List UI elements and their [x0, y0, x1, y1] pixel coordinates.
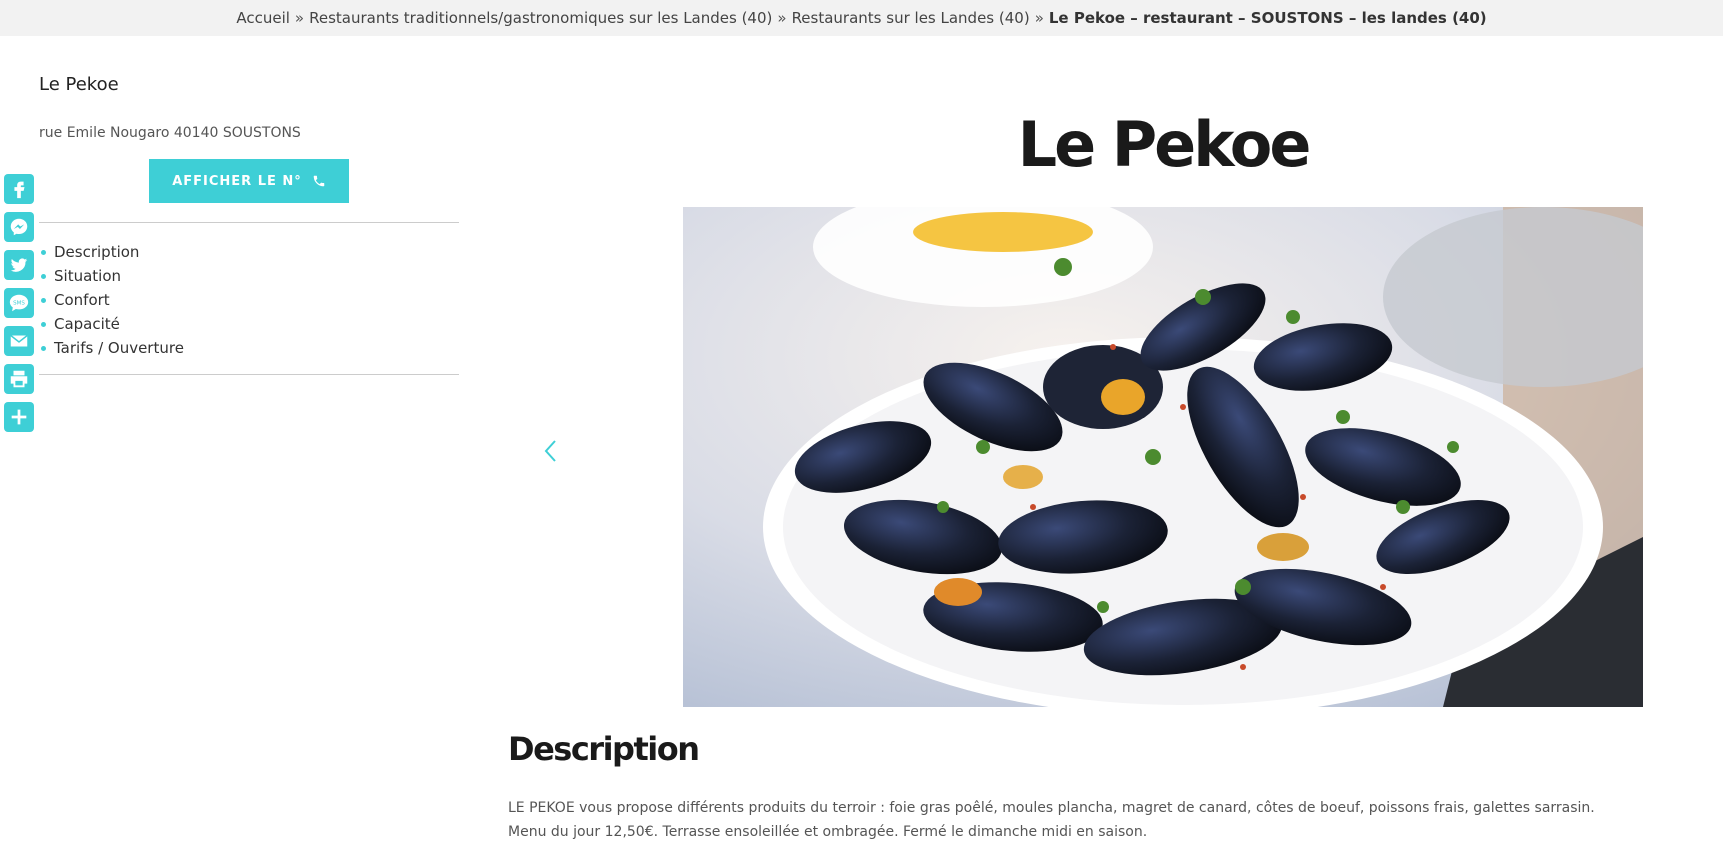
- sidebar: Le Pekoe rue Emile Nougaro 40140 SOUSTON…: [39, 66, 459, 375]
- email-share-button[interactable]: [4, 326, 34, 356]
- bullet-icon: [41, 297, 46, 303]
- sms-share-button[interactable]: SMS: [4, 288, 34, 318]
- bullet-icon: [41, 249, 46, 255]
- breadcrumb: Accueil » Restaurants traditionnels/gast…: [0, 0, 1723, 36]
- toc-link[interactable]: Tarifs / Ouverture: [54, 336, 184, 360]
- mussels-dish-image: [683, 207, 1643, 707]
- description-line: Menu du jour 12,50€. Terrasse ensoleillé…: [508, 824, 1148, 840]
- toc-item-situation[interactable]: Situation: [39, 264, 184, 288]
- facebook-icon: [14, 181, 25, 199]
- facebook-share-button[interactable]: [4, 174, 34, 204]
- bullet-icon: [41, 321, 46, 327]
- toc-item-confort[interactable]: Confort: [39, 288, 184, 312]
- bullet-icon: [41, 273, 46, 279]
- page-title: Le Pekoe: [1017, 108, 1312, 181]
- toc-link[interactable]: Situation: [54, 264, 121, 288]
- twitter-icon: [10, 258, 28, 272]
- breadcrumb-separator: »: [294, 9, 305, 27]
- hero-image: [683, 207, 1643, 707]
- phone-icon: [313, 175, 325, 187]
- breadcrumb-separator: »: [1034, 9, 1044, 27]
- show-phone-label: AFFICHER LE N°: [172, 173, 302, 189]
- share-bar: SMS: [4, 174, 34, 440]
- twitter-share-button[interactable]: [4, 250, 34, 280]
- toc-item-tarifs[interactable]: Tarifs / Ouverture: [39, 336, 184, 360]
- toc-item-capacite[interactable]: Capacité: [39, 312, 184, 336]
- table-of-contents: Description Situation Confort Capacité T…: [39, 240, 184, 360]
- messenger-share-button[interactable]: [4, 212, 34, 242]
- breadcrumb-separator: »: [777, 9, 787, 27]
- sidebar-address: rue Emile Nougaro 40140 SOUSTONS: [39, 125, 301, 141]
- more-share-button[interactable]: [4, 402, 34, 432]
- breadcrumb-category-link[interactable]: Restaurants traditionnels/gastronomiques…: [309, 9, 772, 27]
- toc-item-description[interactable]: Description: [39, 240, 184, 264]
- sidebar-divider-bottom: [39, 374, 459, 375]
- description-heading: Description: [508, 730, 700, 768]
- print-icon: [10, 370, 28, 388]
- messenger-icon: [10, 218, 28, 236]
- add-icon: [11, 409, 27, 425]
- sms-icon: SMS: [9, 294, 29, 312]
- svg-text:SMS: SMS: [13, 300, 25, 306]
- sidebar-title: Le Pekoe: [39, 74, 119, 95]
- chevron-left-icon: [544, 440, 556, 462]
- toc-link[interactable]: Description: [54, 240, 139, 264]
- show-phone-button[interactable]: AFFICHER LE N°: [149, 159, 349, 203]
- breadcrumb-current: Le Pekoe – restaurant – SOUSTONS – les l…: [1048, 9, 1487, 27]
- email-icon: [10, 334, 28, 347]
- breadcrumb-home-link[interactable]: Accueil: [236, 9, 290, 27]
- toc-link[interactable]: Capacité: [54, 312, 120, 336]
- description-line: LE PEKOE vous propose différents produit…: [508, 800, 1595, 816]
- breadcrumb-subcategory-link[interactable]: Restaurants sur les Landes (40): [792, 9, 1030, 27]
- sidebar-divider-top: [39, 222, 459, 223]
- description-text: LE PEKOE vous propose différents produit…: [508, 796, 1648, 844]
- slider-prev-button[interactable]: [540, 438, 562, 464]
- bullet-icon: [41, 345, 46, 351]
- print-share-button[interactable]: [4, 364, 34, 394]
- toc-link[interactable]: Confort: [54, 288, 110, 312]
